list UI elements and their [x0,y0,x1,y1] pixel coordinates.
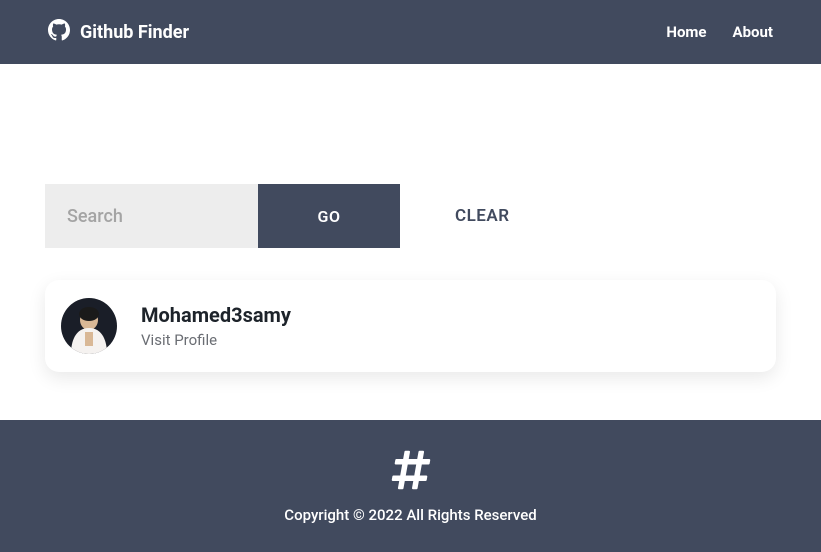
clear-button[interactable]: CLEAR [455,206,510,226]
hashtag-icon [389,448,433,496]
user-card: Mohamed3samy Visit Profile [45,280,776,372]
search-input[interactable] [45,184,258,248]
user-username: Mohamed3samy [141,303,291,327]
go-button[interactable]: GO [258,184,400,248]
brand[interactable]: Github Finder [48,19,189,46]
nav-link-about[interactable]: About [733,23,773,41]
footer: Copyright © 2022 All Rights Reserved [0,420,821,552]
nav-link-home[interactable]: Home [666,23,706,41]
visit-profile-link[interactable]: Visit Profile [141,331,217,349]
footer-copyright: Copyright © 2022 All Rights Reserved [284,506,536,524]
nav-links: Home About [666,23,773,41]
avatar [61,298,117,354]
github-icon [48,19,70,46]
user-info: Mohamed3samy Visit Profile [141,303,291,349]
search-row: GO CLEAR [45,184,776,248]
navbar: Github Finder Home About [0,0,821,64]
results: Mohamed3samy Visit Profile [45,280,776,372]
main-content: GO CLEAR Mohamed3samy Visit Profile [0,64,821,420]
brand-title: Github Finder [80,22,189,43]
